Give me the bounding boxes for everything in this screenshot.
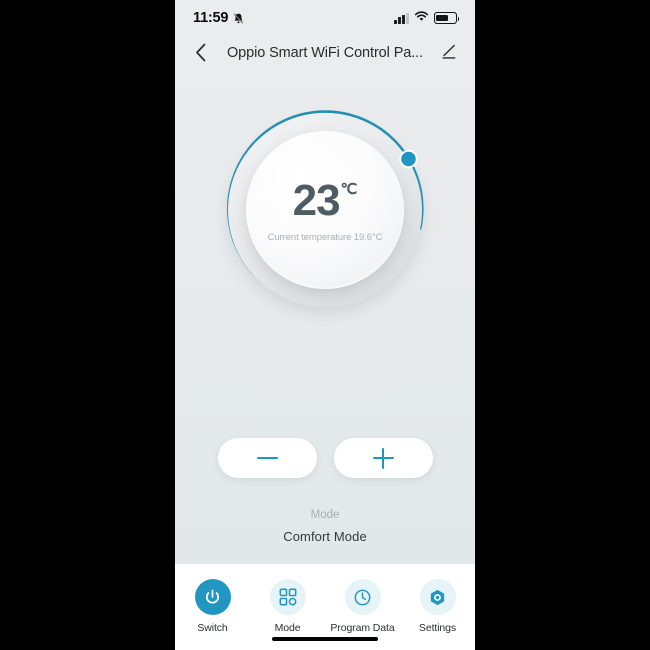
decrease-temp-button[interactable]	[217, 438, 317, 478]
tab-settings-label: Settings	[418, 622, 457, 634]
tab-program-data-label: Program Data	[330, 622, 395, 634]
status-bar-indicators	[394, 9, 460, 27]
mode-label: Mode	[310, 509, 340, 521]
grid-squares-icon	[269, 579, 306, 615]
dial-face[interactable]: 23 ℃ Current temperature 19.6°C	[246, 131, 404, 289]
page-title: Oppio Smart WiFi Control Pa...	[226, 44, 424, 61]
mode-section: Mode Comfort Mode	[175, 509, 475, 544]
tab-program-data[interactable]: Program Data	[325, 579, 400, 634]
battery-icon	[434, 12, 460, 24]
target-temperature: 23 ℃	[292, 176, 358, 226]
edit-button[interactable]	[438, 42, 460, 64]
minus-icon	[256, 448, 278, 469]
status-bar: 11:59	[175, 0, 475, 36]
tab-settings[interactable]: Settings	[400, 579, 475, 634]
bell-slash-icon	[232, 12, 245, 25]
temperature-dial[interactable]: 23 ℃ Current temperature 19.6°C	[220, 105, 430, 315]
power-icon	[194, 579, 231, 615]
plus-icon	[372, 447, 394, 469]
tab-switch[interactable]: Switch	[175, 579, 250, 634]
target-temp-value: 23	[292, 176, 341, 226]
clock-icon	[344, 579, 381, 615]
tab-switch-label: Switch	[197, 622, 228, 634]
phone-screen: 11:59 Oppio Smart WiFi Control Pa... 23 …	[175, 0, 475, 650]
tab-mode-label: Mode	[274, 622, 301, 634]
wifi-icon	[414, 9, 429, 27]
target-temp-unit: ℃	[340, 181, 358, 199]
pencil-edit-icon	[441, 44, 455, 59]
back-button[interactable]	[190, 42, 212, 64]
current-temperature-text: Current temperature 19.6°C	[267, 231, 383, 243]
tab-mode[interactable]: Mode	[250, 579, 325, 634]
bottom-tab-bar: Switch Mode Program Data Settings	[175, 564, 475, 650]
increase-temp-button[interactable]	[333, 438, 433, 478]
status-bar-time: 11:59	[193, 10, 229, 26]
mode-value[interactable]: Comfort Mode	[175, 529, 475, 544]
home-indicator[interactable]	[272, 636, 378, 641]
temperature-adjust-controls	[175, 438, 475, 478]
thermostat-dial-area: 23 ℃ Current temperature 19.6°C	[175, 60, 475, 360]
cellular-signal-icon	[394, 12, 409, 24]
hexagon-gear-icon	[419, 579, 456, 615]
